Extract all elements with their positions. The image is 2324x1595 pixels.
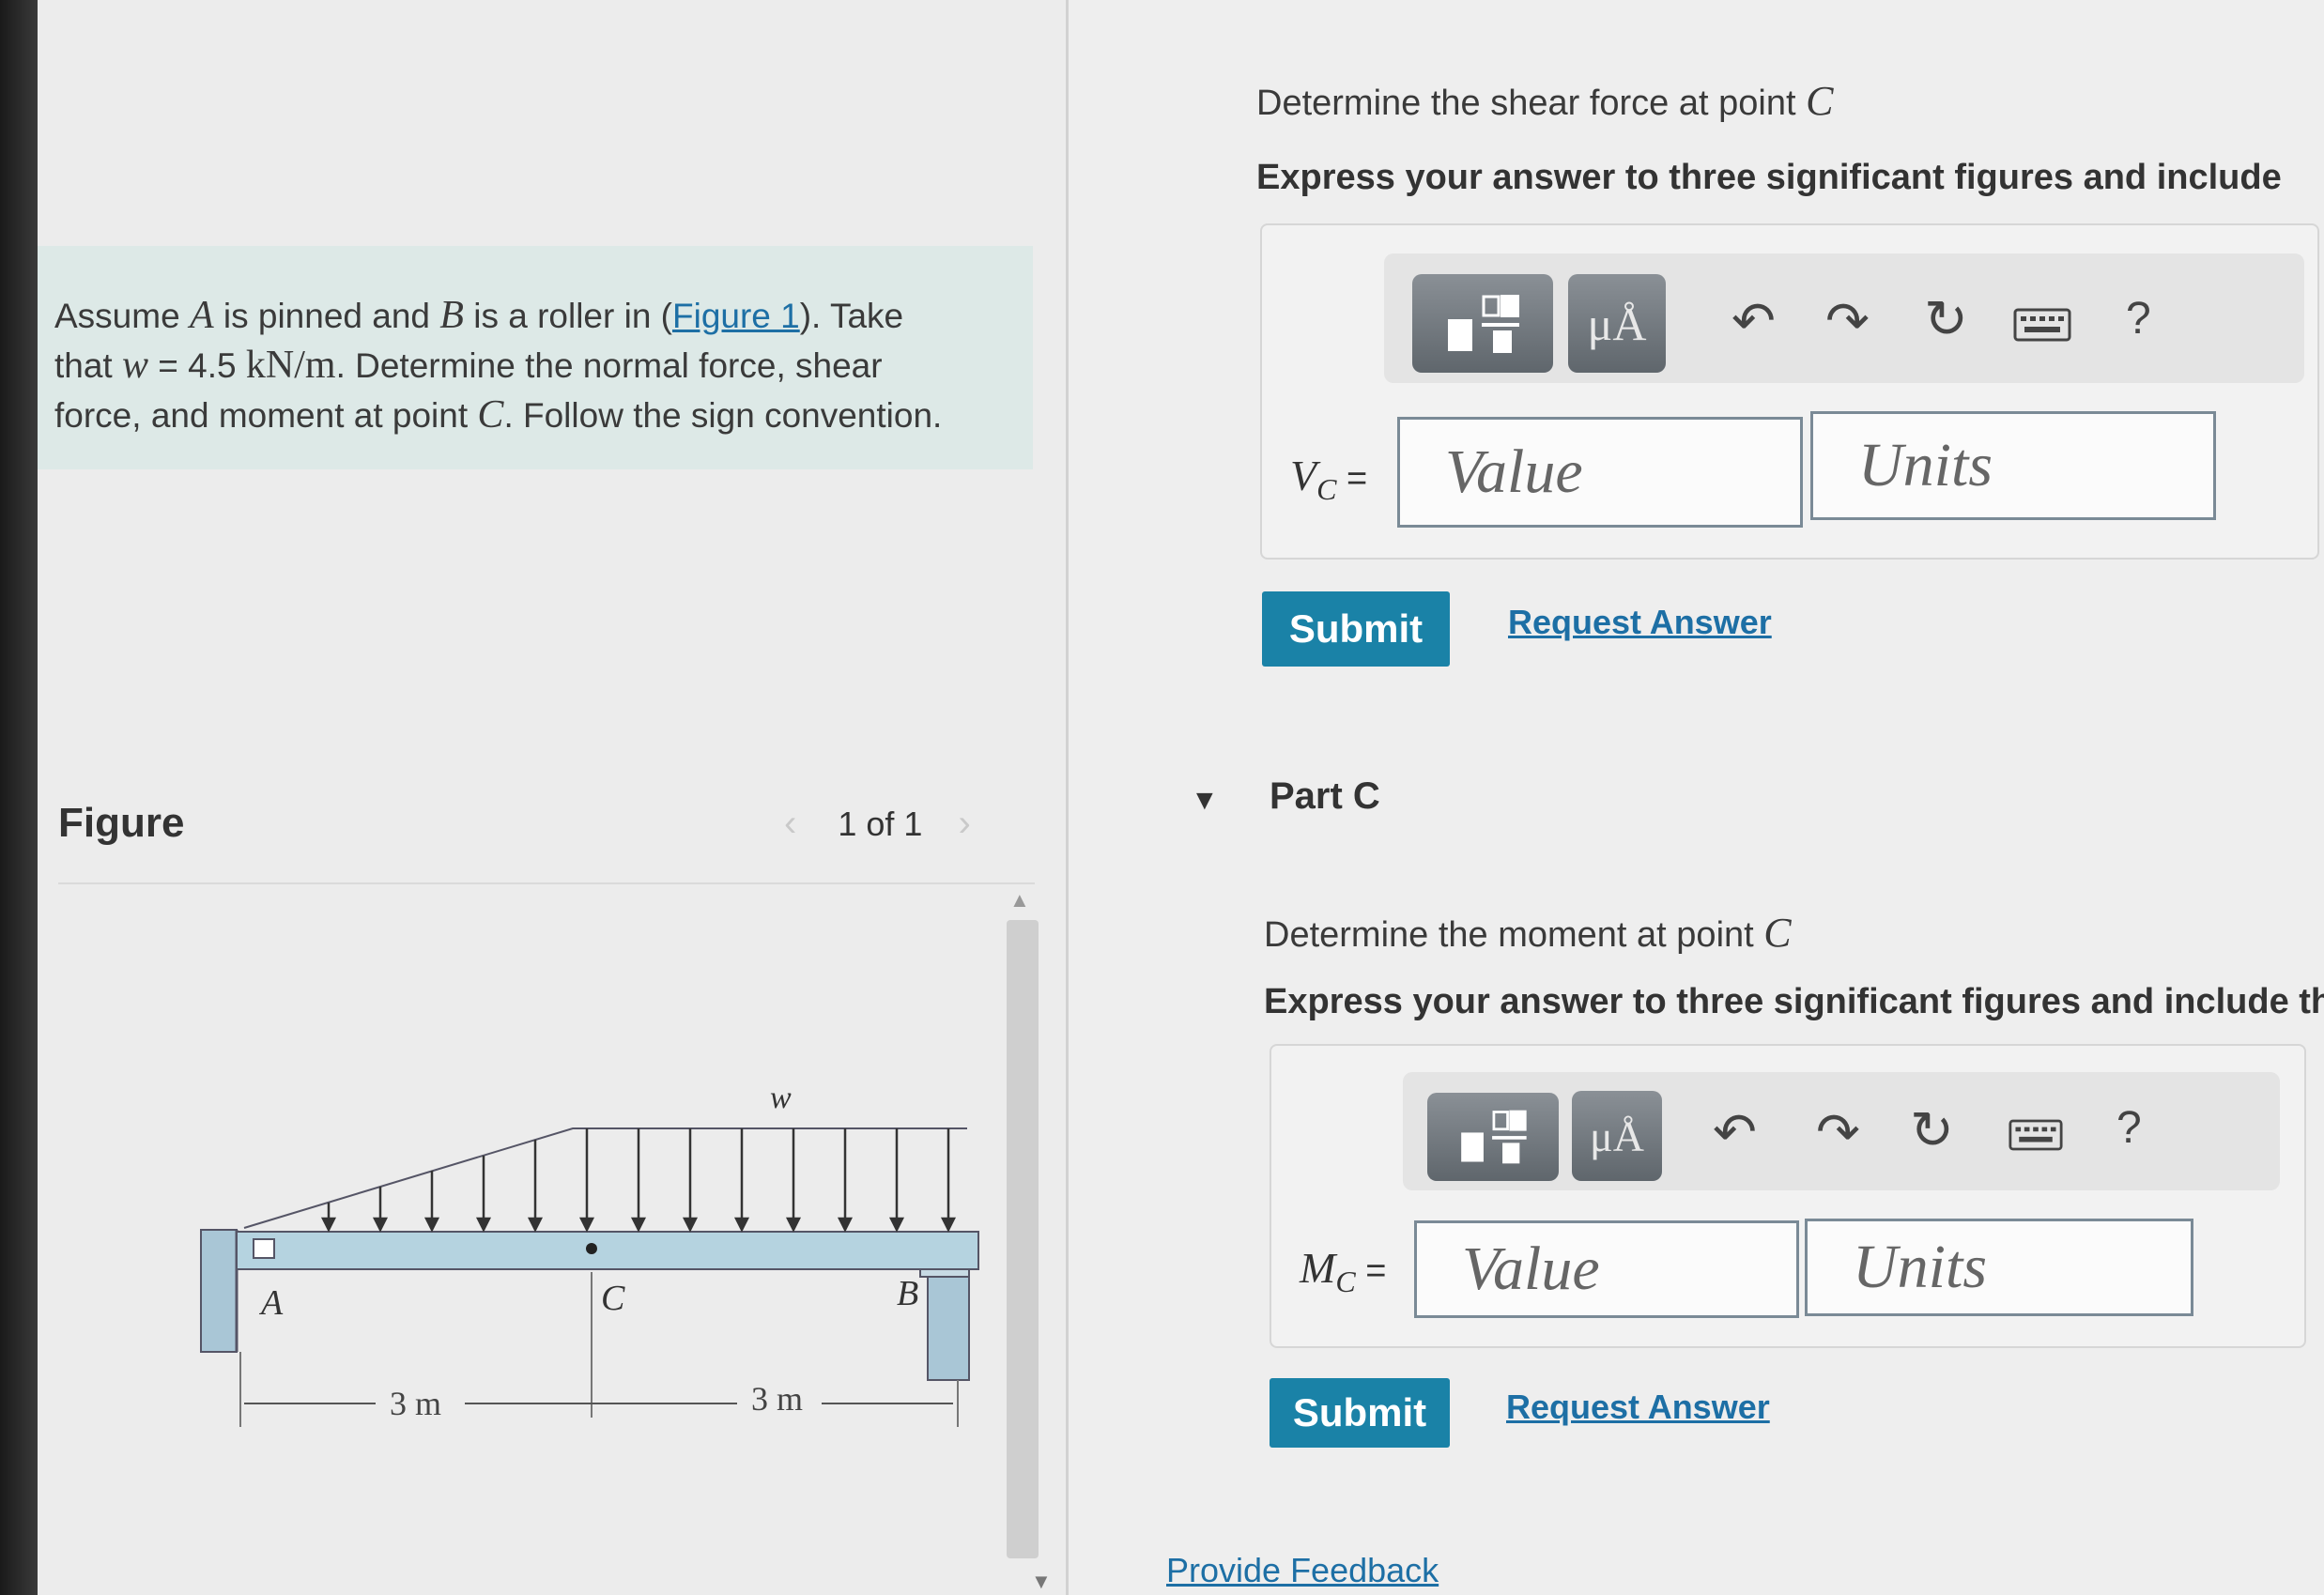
- keyboard-icon[interactable]: [2008, 1119, 2063, 1156]
- part-c-collapse-icon[interactable]: ▼: [1191, 785, 1219, 817]
- label-w: w: [770, 1081, 792, 1115]
- problem-statement: Assume A is pinned and B is a roller in …: [38, 246, 1033, 469]
- part-c-answer-box: μÅ ↶ ↷ ↻ ? MC = Value Units: [1270, 1044, 2306, 1348]
- reset-icon[interactable]: ↻: [1910, 1104, 1954, 1157]
- redo-icon[interactable]: ↷: [1816, 1106, 1860, 1158]
- beam-diagram: w A C B 3 m 3 m: [200, 1081, 979, 1427]
- figure-title: Figure: [58, 800, 185, 846]
- load-outline: [243, 1127, 967, 1229]
- screen-edge: [0, 0, 38, 1595]
- label-c: C: [601, 1279, 625, 1318]
- dimension-1: 3 m: [390, 1385, 441, 1422]
- pin-a-icon: [253, 1238, 275, 1259]
- part-c-variable-label: MC =: [1300, 1244, 1387, 1299]
- templates-icon[interactable]: [1412, 274, 1553, 373]
- part-c-title[interactable]: Part C: [1270, 775, 1380, 818]
- part-b-answer-box: μÅ ↶ ↷ ↻ ? VC = Value Units: [1260, 223, 2319, 560]
- reset-icon[interactable]: ↻: [1924, 293, 1968, 345]
- part-c-prompt: Determine the moment at point C: [1264, 910, 1792, 956]
- part-c-request-answer-link[interactable]: Request Answer: [1506, 1388, 1770, 1427]
- figure-scrollbar[interactable]: [1007, 920, 1039, 1558]
- scroll-down-arrow-icon[interactable]: ▼: [1031, 1570, 1052, 1594]
- left-pane: Assume A is pinned and B is a roller in …: [38, 0, 1066, 1595]
- part-b-prompt: Determine the shear force at point C: [1256, 78, 1834, 124]
- part-b-request-answer-link[interactable]: Request Answer: [1508, 603, 1772, 642]
- next-figure-icon[interactable]: ›: [958, 803, 970, 844]
- part-b-toolbar: μÅ ↶ ↷ ↻ ?: [1384, 253, 2304, 383]
- help-icon[interactable]: ?: [2116, 1102, 2142, 1154]
- provide-feedback-link[interactable]: Provide Feedback: [1166, 1551, 1439, 1590]
- right-pane: Determine the shear force at point C Exp…: [1069, 0, 2324, 1595]
- redo-icon[interactable]: ↷: [1825, 295, 1870, 347]
- problem-line-1: Assume A is pinned and B is a roller in …: [54, 294, 904, 337]
- units-symbol-button[interactable]: μÅ: [1568, 274, 1666, 373]
- figure-divider: [58, 882, 1035, 884]
- problem-line-3: force, and moment at point C. Follow the…: [54, 393, 943, 437]
- help-icon[interactable]: ?: [2126, 293, 2151, 345]
- label-b: B: [897, 1274, 918, 1313]
- templates-icon[interactable]: [1427, 1093, 1559, 1181]
- part-b-instruction: Express your answer to three significant…: [1256, 158, 2282, 197]
- part-b-variable-label: VC =: [1290, 452, 1368, 507]
- prev-figure-icon[interactable]: ‹: [784, 803, 796, 844]
- part-c-instruction: Express your answer to three significant…: [1264, 982, 2324, 1021]
- figure-link[interactable]: Figure 1: [672, 297, 800, 335]
- roller-support-b: [927, 1271, 970, 1381]
- point-c-marker: [586, 1243, 597, 1254]
- problem-line-2: that w = 4.5 kN/m. Determine the normal …: [54, 344, 883, 387]
- part-c-value-input[interactable]: Value: [1414, 1220, 1799, 1318]
- part-c-units-input[interactable]: Units: [1805, 1219, 2193, 1316]
- units-symbol-button[interactable]: μÅ: [1572, 1091, 1662, 1181]
- figure-pagination: ‹ 1 of 1 ›: [784, 803, 971, 845]
- undo-icon[interactable]: ↶: [1731, 295, 1776, 347]
- keyboard-icon[interactable]: [2013, 308, 2071, 346]
- scroll-up-arrow-icon[interactable]: ▲: [1009, 888, 1030, 913]
- part-b-submit-button[interactable]: Submit: [1262, 591, 1450, 667]
- undo-icon[interactable]: ↶: [1713, 1106, 1757, 1158]
- part-b-units-input[interactable]: Units: [1810, 411, 2216, 520]
- label-a: A: [258, 1283, 284, 1323]
- load-arrows: [320, 1128, 957, 1233]
- part-c-toolbar: μÅ ↶ ↷ ↻ ?: [1403, 1072, 2280, 1190]
- part-c-submit-button[interactable]: Submit: [1270, 1378, 1450, 1448]
- dimension-2: 3 m: [751, 1380, 803, 1418]
- part-b-value-input[interactable]: Value: [1397, 417, 1803, 528]
- wall-support-a: [200, 1229, 238, 1353]
- beam: [236, 1231, 979, 1270]
- figure-count: 1 of 1: [838, 805, 923, 843]
